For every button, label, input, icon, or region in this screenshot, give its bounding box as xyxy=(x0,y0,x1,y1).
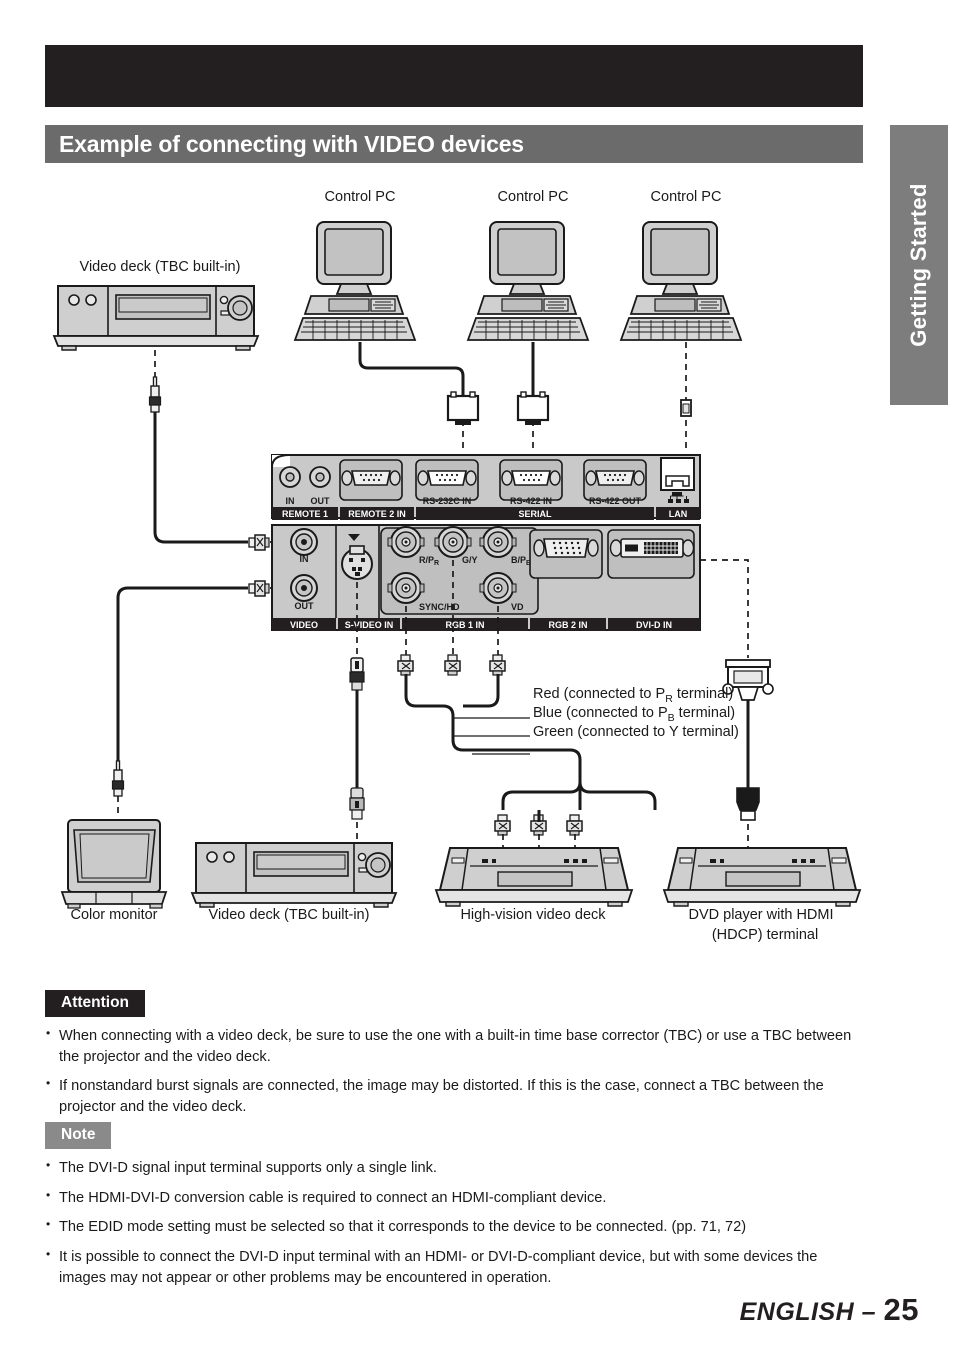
connection-diagram: REMOTE 1 REMOTE 2 IN SERIAL LAN IN OUT R… xyxy=(0,170,954,960)
label-dvd-player-line1: DVD player with HDMI xyxy=(688,907,834,923)
label-cable-blue: Blue (connected to PB terminal) xyxy=(533,705,736,724)
cable-pc1 xyxy=(358,342,465,396)
list-item: The DVI-D signal input terminal supports… xyxy=(45,1157,863,1179)
page-title: Example of connecting with VIDEO devices xyxy=(59,130,524,157)
device-video-deck-bottom xyxy=(191,842,397,908)
device-control-pc-2 xyxy=(467,221,589,341)
label-color-monitor: Color monitor xyxy=(70,907,158,923)
footer-page-number: 25 xyxy=(883,1292,919,1327)
panel-port-sync-hd: SYNC/HD xyxy=(419,602,460,612)
attention-list: When connecting with a video deck, be su… xyxy=(45,1025,863,1118)
section-title-bar: Example of connecting with VIDEO devices xyxy=(45,125,863,163)
list-item: It is possible to connect the DVI-D inpu… xyxy=(45,1246,863,1288)
panel-port-video-out: OUT xyxy=(295,601,315,611)
note-list: The DVI-D signal input terminal supports… xyxy=(45,1157,863,1289)
device-video-deck-top xyxy=(53,285,259,351)
footer-language: ENGLISH – xyxy=(739,1298,884,1326)
panel-label-remote1: REMOTE 1 xyxy=(282,509,328,519)
list-item: The EDID mode setting must be selected s… xyxy=(45,1216,863,1238)
attention-tag: Attention xyxy=(45,990,146,1017)
label-video-deck-bottom: Video deck (TBC built-in) xyxy=(208,907,370,923)
page-footer: ENGLISH – 25 xyxy=(740,1292,919,1328)
device-color-monitor xyxy=(60,819,168,909)
panel-label-lan: LAN xyxy=(669,509,688,519)
panel-port-rs232c-in: RS-232C IN xyxy=(423,496,472,506)
panel-port-rs422-in: RS-422 IN xyxy=(510,496,552,506)
device-control-pc-1 xyxy=(294,221,416,341)
label-dvd-player-line2: (HDCP) terminal xyxy=(711,927,819,943)
top-black-band xyxy=(45,45,863,107)
panel-port-remote1-out: OUT xyxy=(311,496,331,506)
panel-label-rgb2-in: RGB 2 IN xyxy=(548,620,587,630)
label-cable-red: Red (connected to PR terminal) xyxy=(533,686,734,705)
panel-label-rgb1-in: RGB 1 IN xyxy=(445,620,484,630)
attention-block: Attention When connecting with a video d… xyxy=(45,990,863,1118)
note-tag: Note xyxy=(45,1122,112,1149)
dsub-connector-1 xyxy=(446,391,480,425)
panel-port-vd: VD xyxy=(511,602,524,612)
panel-label-dvid-in: DVI-D IN xyxy=(636,620,672,630)
cable-video-out xyxy=(111,580,288,818)
panel-port-video-in: IN xyxy=(300,554,309,564)
device-control-pc-3 xyxy=(620,221,742,341)
label-cable-green: Green (connected to Y terminal) xyxy=(533,724,739,740)
lan-connector-plug xyxy=(680,399,692,417)
panel-label-serial: SERIAL xyxy=(518,509,552,519)
cable-video-in xyxy=(148,376,288,551)
panel-port-remote1-in: IN xyxy=(286,496,295,506)
panel-label-remote2in: REMOTE 2 IN xyxy=(348,509,406,519)
dsub-connector-2 xyxy=(516,391,550,425)
label-control-pc-1: Control PC xyxy=(324,189,396,205)
panel-port-rs422-out: RS-422 OUT xyxy=(589,496,642,506)
manual-page: Example of connecting with VIDEO devices… xyxy=(0,0,954,1350)
label-video-deck-top: Video deck (TBC built-in) xyxy=(79,259,241,275)
list-item: The HDMI-DVI-D conversion cable is requi… xyxy=(45,1187,863,1209)
cable-s-video xyxy=(349,657,365,860)
note-block: Note The DVI-D signal input terminal sup… xyxy=(45,1122,863,1289)
panel-label-video: VIDEO xyxy=(290,620,318,630)
terminal-panel: REMOTE 1 REMOTE 2 IN SERIAL LAN IN OUT R… xyxy=(271,454,701,631)
list-item: When connecting with a video deck, be su… xyxy=(45,1025,863,1067)
label-high-vision-deck: High-vision video deck xyxy=(460,907,606,923)
panel-port-g-y: G/Y xyxy=(462,555,478,565)
device-dvd-player-hdmi xyxy=(663,847,861,907)
label-control-pc-2: Control PC xyxy=(497,189,569,205)
label-control-pc-3: Control PC xyxy=(650,189,722,205)
list-item: If nonstandard burst signals are connect… xyxy=(45,1075,863,1117)
panel-label-svideo-in: S-VIDEO IN xyxy=(345,620,394,630)
device-high-vision-deck xyxy=(435,847,633,907)
